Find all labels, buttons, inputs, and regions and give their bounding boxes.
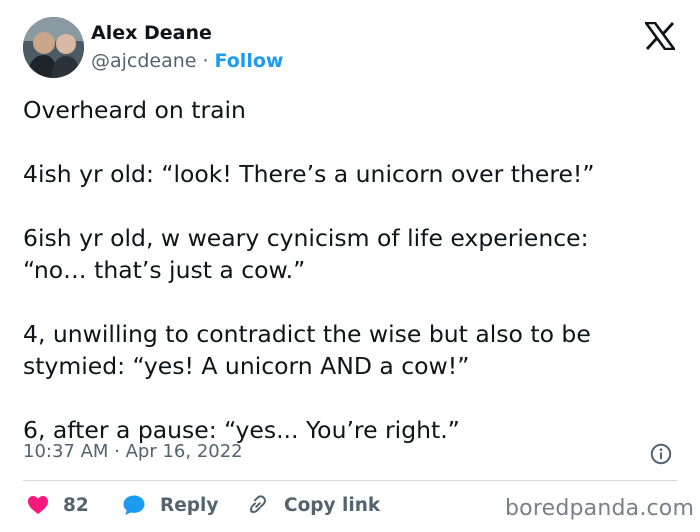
copy-link-button[interactable]: Copy link: [246, 490, 380, 520]
tweet-text: Overheard on train 4ish yr old: “look! T…: [23, 94, 683, 446]
author-name[interactable]: Alex Deane: [91, 22, 212, 44]
tweet-line: 4, unwilling to contradict the wise but …: [23, 320, 591, 348]
reply-button[interactable]: Reply: [122, 490, 218, 520]
copy-link-label: Copy link: [284, 494, 381, 516]
link-icon: [249, 495, 266, 514]
watermark: boredpanda.com: [505, 496, 695, 521]
tweet-timestamp[interactable]: 10:37 AM · Apr 16, 2022: [23, 441, 243, 462]
reply-label: Reply: [160, 494, 219, 516]
author-handle-row: @ajcdeane · Follow: [91, 50, 283, 72]
divider: [23, 480, 677, 481]
tweet-line: stymied: “yes! A unicorn AND a cow!”: [23, 352, 470, 380]
tweet-line: 6ish yr old, w weary cynicism of life ex…: [23, 224, 589, 252]
avatar[interactable]: [23, 17, 84, 78]
tweet-paragraph: 4, unwilling to contradict the wise but …: [23, 318, 683, 382]
heart-icon: [28, 496, 48, 514]
speech-bubble-icon: [123, 495, 145, 515]
info-icon[interactable]: [650, 443, 672, 465]
avatar-photo: [23, 17, 84, 78]
author-handle[interactable]: @ajcdeane: [91, 50, 197, 72]
tweet-line: Overheard on train: [23, 96, 246, 124]
tweet-line: 6, after a pause: “yes... You’re right.”: [23, 416, 460, 444]
follow-button[interactable]: Follow: [215, 50, 284, 72]
x-logo-icon[interactable]: [645, 22, 675, 50]
tweet-paragraph: Overheard on train: [23, 94, 683, 126]
like-count: 82: [63, 494, 89, 516]
tweet-line: “no… that’s just a cow.”: [23, 256, 306, 284]
like-button[interactable]: 82: [27, 490, 89, 520]
tweet-line: 4ish yr old: “look! There’s a unicorn ov…: [23, 160, 595, 188]
separator-dot: ·: [202, 50, 209, 72]
tweet-paragraph: 6ish yr old, w weary cynicism of life ex…: [23, 222, 683, 286]
tweet-paragraph: 4ish yr old: “look! There’s a unicorn ov…: [23, 158, 683, 190]
